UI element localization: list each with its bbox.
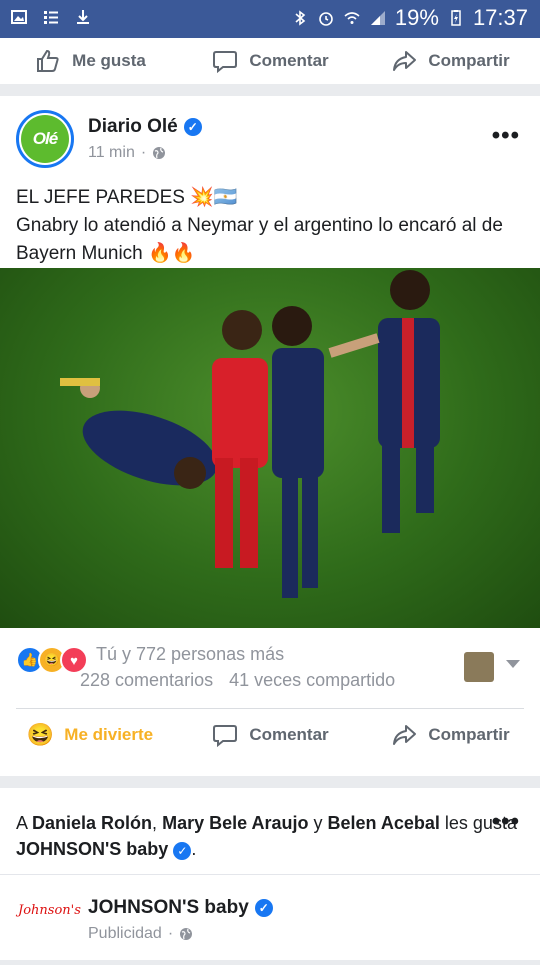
avatar-logo: Olé	[21, 115, 69, 163]
comment-icon	[213, 51, 238, 74]
page-name[interactable]: Diario Olé ✓	[88, 116, 202, 138]
comment-icon	[213, 725, 238, 748]
alarm-icon	[319, 12, 333, 26]
comment-label: Comentar	[249, 51, 329, 70]
post-meta: 11 min ·	[88, 144, 166, 162]
social-end: .	[191, 839, 197, 859]
ad-header: Johnson's JOHNSON'S baby ✓ Publicidad ·	[0, 874, 540, 965]
sponsored-label: Publicidad	[88, 925, 162, 942]
download-icon	[77, 10, 89, 24]
post-actions: 😆 Me divierte Comentar Compartir	[0, 709, 540, 761]
commenter-avatar[interactable]	[464, 652, 494, 682]
comments-count[interactable]: 228 comentarios	[80, 670, 213, 691]
wifi-icon	[344, 12, 360, 24]
globe-icon	[153, 147, 166, 159]
meta-dot: ·	[140, 144, 147, 161]
friend-name-2[interactable]: Mary Bele Araujo	[162, 813, 308, 833]
football-scene-image	[60, 270, 440, 598]
share-icon	[393, 725, 417, 745]
ad-page-name[interactable]: JOHNSON'S baby ✓	[88, 897, 273, 919]
image-notification-icon	[11, 10, 27, 24]
friend-name-1[interactable]: Daniela Rolón	[32, 813, 152, 833]
social-prefix: A	[16, 813, 28, 833]
battery-percent: 19%	[394, 5, 439, 30]
engagement-counts: 228 comentarios 41 veces compartido	[80, 670, 395, 691]
post-share-label: Compartir	[428, 725, 510, 744]
post-card: Olé Diario Olé ✓ 11 min · ••• EL JEFE PA…	[0, 96, 540, 776]
reaction-label: Me divierte	[64, 725, 154, 744]
share-icon	[393, 51, 417, 71]
ad-meta: Publicidad ·	[88, 925, 193, 943]
post-photo[interactable]	[0, 268, 540, 628]
post-share-button[interactable]: Compartir	[360, 721, 540, 749]
globe-icon	[180, 928, 193, 940]
signal-icon	[370, 11, 385, 25]
like-label: Me gusta	[72, 51, 146, 70]
social-and: y	[313, 813, 323, 833]
shares-count[interactable]: 41 veces compartido	[229, 670, 395, 691]
post-header: Olé Diario Olé ✓ 11 min · •••	[0, 96, 540, 176]
post-text-line2: Gnabry lo atendió a Neymar y el argentin…	[16, 215, 503, 264]
previous-post-actions: Me gusta Comentar Compartir	[0, 38, 540, 84]
more-options-icon[interactable]: •••	[492, 808, 520, 836]
ad-page-name-text[interactable]: JOHNSON'S baby	[88, 897, 249, 919]
brand-logo[interactable]: Johnson's	[18, 903, 81, 918]
share-button[interactable]: Compartir	[360, 47, 540, 75]
post-text: EL JEFE PAREDES 💥🇦🇷 Gnabry lo atendió a …	[0, 176, 540, 268]
reaction-icons[interactable]: 👍 😆 ♥	[16, 646, 88, 674]
share-label: Compartir	[428, 51, 510, 70]
more-options-icon[interactable]: •••	[492, 122, 520, 150]
reaction-button[interactable]: 😆 Me divierte	[0, 722, 180, 748]
haha-icon: 😆	[26, 722, 55, 747]
list-notification-icon	[44, 11, 58, 24]
comment-button[interactable]: Comentar	[180, 47, 360, 75]
page-name-text[interactable]: Diario Olé	[88, 116, 178, 138]
clock: 17:37	[472, 5, 528, 30]
post-comment-button[interactable]: Comentar	[180, 721, 360, 749]
verified-icon: ✓	[254, 899, 273, 917]
verified-icon: ✓	[173, 842, 192, 860]
social-sep: ,	[152, 813, 158, 833]
post-text-line1: EL JEFE PAREDES 💥🇦🇷	[16, 187, 238, 208]
status-bar: 19% 17:37	[0, 0, 540, 38]
like-button[interactable]: Me gusta	[0, 47, 180, 75]
chevron-down-icon[interactable]	[506, 660, 520, 668]
liked-page-name[interactable]: JOHNSON'S baby	[16, 839, 168, 859]
post-time[interactable]: 11 min	[88, 144, 135, 162]
battery-icon	[451, 10, 461, 26]
meta-dot: ·	[167, 925, 174, 942]
reactions-summary[interactable]: Tú y 772 personas más	[96, 644, 284, 665]
thumbs-up-icon	[37, 49, 59, 72]
page-avatar[interactable]: Olé	[16, 110, 74, 168]
bluetooth-icon	[295, 10, 306, 26]
friend-name-3[interactable]: Belen Acebal	[328, 813, 440, 833]
post-comment-label: Comentar	[249, 725, 329, 744]
social-context: A Daniela Rolón, Mary Bele Araujo y Bele…	[0, 788, 540, 874]
post-stats: 👍 😆 ♥ Tú y 772 personas más 228 comentar…	[0, 628, 540, 708]
sponsored-post: A Daniela Rolón, Mary Bele Araujo y Bele…	[0, 788, 540, 960]
verified-icon: ✓	[183, 118, 202, 136]
